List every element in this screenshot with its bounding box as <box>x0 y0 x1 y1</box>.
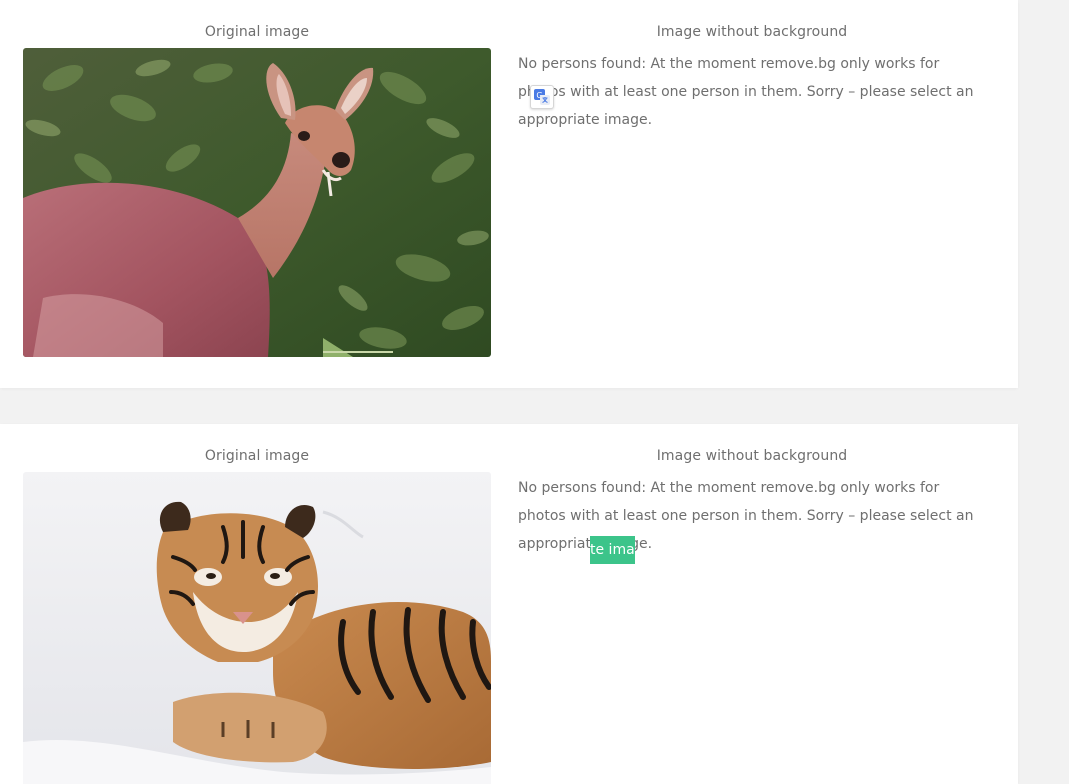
original-image-title: Original image <box>204 24 310 40</box>
no-persons-message: No persons found: At the moment remove.b… <box>518 56 974 128</box>
original-image-title: Original image <box>204 448 310 464</box>
text-selection-highlight: te imag <box>590 536 635 564</box>
original-image-tiger <box>23 472 491 784</box>
no-persons-message: No persons found: At the moment remove.b… <box>518 480 974 552</box>
translate-icon[interactable]: G <box>530 85 554 109</box>
no-background-title: Image without background <box>656 448 848 464</box>
result-card-2: Original image Image without background <box>0 424 1018 784</box>
result-card-1: Original image Image without background <box>0 0 1018 388</box>
original-image-deer <box>23 48 491 357</box>
no-background-title: Image without background <box>656 24 848 40</box>
